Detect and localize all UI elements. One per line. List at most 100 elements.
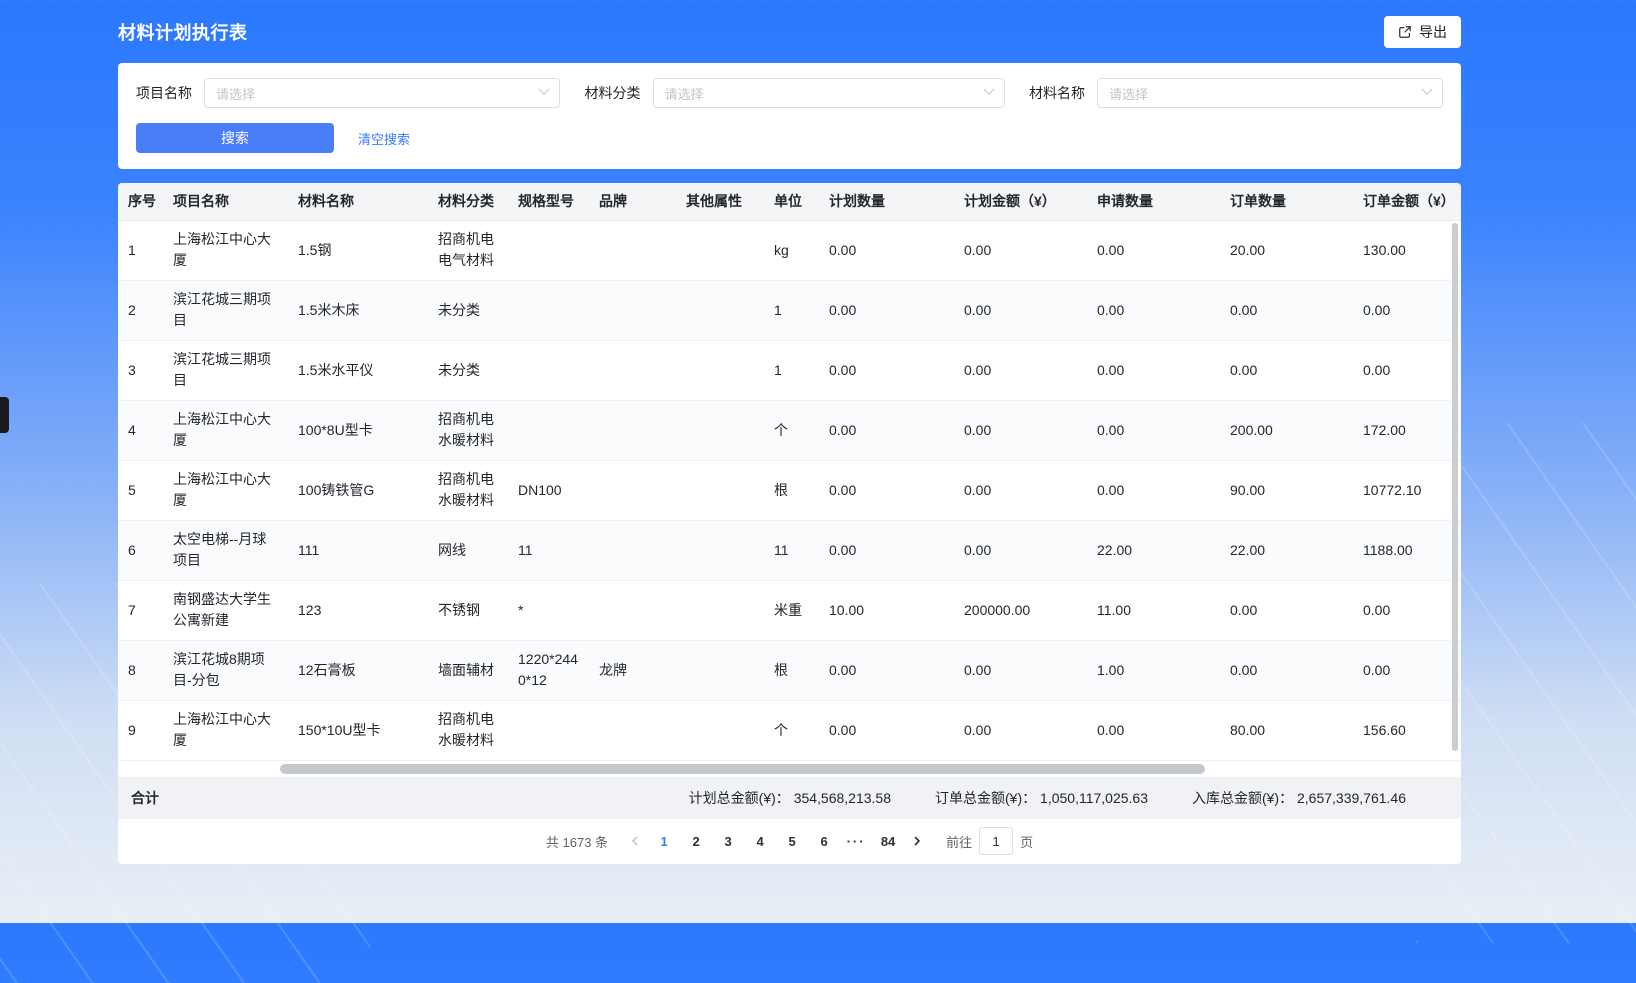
summary-bar: 合计 计划总金额(¥)： 354,568,213.58 订单总金额(¥)： 1,… — [118, 777, 1461, 819]
project-name-label: 项目名称 — [136, 83, 192, 103]
filter-panel: 项目名称 请选择 材料分类 请选择 材料名称 请选择 — [118, 63, 1461, 169]
table-cell: 12石膏板 — [288, 640, 428, 700]
table-cell: 90.00 — [1220, 460, 1353, 520]
search-button[interactable]: 搜索 — [136, 123, 334, 153]
table-cell: 滨江花城三期项目 — [163, 340, 288, 400]
vertical-scrollbar[interactable] — [1452, 223, 1458, 751]
column-header: 订单数量 — [1220, 183, 1353, 220]
drawer-collapse-handle[interactable] — [0, 397, 9, 433]
table-cell — [676, 340, 764, 400]
table-cell: 0.00 — [954, 640, 1087, 700]
material-category-placeholder: 请选择 — [665, 84, 704, 103]
table-cell: 上海松江中心大厦 — [163, 400, 288, 460]
column-header: 序号 — [118, 183, 163, 220]
planned-total-value: 354,568,213.58 — [794, 790, 891, 806]
horizontal-scrollbar[interactable] — [280, 764, 1205, 774]
table-cell: 11.00 — [1087, 580, 1220, 640]
table-row: 2滨江花城三期项目1.5米木床未分类10.000.000.000.000.00 — [118, 280, 1461, 340]
clear-search-link[interactable]: 清空搜索 — [358, 129, 410, 148]
table-cell: 个 — [764, 700, 819, 760]
page-number[interactable]: 6 — [808, 834, 840, 849]
table-header-row: 序号项目名称材料名称材料分类规格型号品牌其他属性单位计划数量计划金额（¥）申请数… — [118, 183, 1461, 220]
page-number[interactable]: 2 — [680, 834, 712, 849]
table-cell: 0.00 — [1087, 220, 1220, 280]
goto-label: 前往 — [946, 832, 972, 851]
table-cell — [589, 580, 676, 640]
table-cell: 网线 — [428, 520, 508, 580]
table-cell: 200000.00 — [954, 580, 1087, 640]
table-cell: 22.00 — [1087, 520, 1220, 580]
table-cell: 0.00 — [954, 340, 1087, 400]
table-cell: 111 — [288, 520, 428, 580]
pagination-total-count: 共 1673 条 — [546, 832, 608, 851]
table-cell: 0.00 — [819, 640, 954, 700]
material-name-field: 材料名称 请选择 — [1029, 78, 1443, 108]
table-cell: 1188.00 — [1353, 520, 1461, 580]
goto-page-group: 前往 页 — [946, 827, 1033, 855]
table-cell: 1.5钢 — [288, 220, 428, 280]
table-cell: 未分类 — [428, 280, 508, 340]
table-cell: 0.00 — [819, 220, 954, 280]
table-cell: 156.60 — [1353, 700, 1461, 760]
table-cell: 10.00 — [819, 580, 954, 640]
material-category-select[interactable]: 请选择 — [653, 78, 1005, 108]
order-total-label: 订单总金额(¥)： — [935, 790, 1036, 806]
horizontal-scrollbar-track — [118, 761, 1461, 777]
goto-page-input[interactable] — [979, 827, 1013, 855]
table-row: 9上海松江中心大厦150*10U型卡招商机电水暖材料个0.000.000.008… — [118, 700, 1461, 760]
chevron-down-icon — [983, 83, 994, 94]
material-category-field: 材料分类 请选择 — [585, 78, 1005, 108]
column-header: 其他属性 — [676, 183, 764, 220]
table-cell: 4 — [118, 400, 163, 460]
page-number[interactable]: 4 — [744, 834, 776, 849]
table-cell: 上海松江中心大厦 — [163, 220, 288, 280]
table-cell: 0.00 — [819, 700, 954, 760]
material-name-select[interactable]: 请选择 — [1097, 78, 1443, 108]
goto-page-suffix: 页 — [1020, 832, 1033, 851]
table-cell — [508, 280, 589, 340]
table-cell — [676, 520, 764, 580]
table-card: 序号项目名称材料名称材料分类规格型号品牌其他属性单位计划数量计划金额（¥）申请数… — [118, 183, 1461, 864]
table-cell: kg — [764, 220, 819, 280]
table-cell — [676, 400, 764, 460]
table-cell: 0.00 — [819, 400, 954, 460]
prev-page-button[interactable] — [622, 828, 648, 854]
table-cell: 200.00 — [1220, 400, 1353, 460]
table-cell: 1 — [118, 220, 163, 280]
page-number[interactable]: 84 — [872, 834, 904, 849]
table-cell: 11 — [508, 520, 589, 580]
page-number[interactable]: 3 — [712, 834, 744, 849]
table-cell: 0.00 — [819, 520, 954, 580]
table-cell: 未分类 — [428, 340, 508, 400]
filter-actions: 搜索 清空搜索 — [136, 123, 1443, 153]
table-cell: 1 — [764, 280, 819, 340]
chevron-down-icon — [538, 83, 549, 94]
table-cell: 0.00 — [1087, 400, 1220, 460]
column-header: 订单金额（¥） — [1353, 183, 1461, 220]
table-cell: 9 — [118, 700, 163, 760]
next-page-button[interactable] — [904, 828, 930, 854]
page-number[interactable]: 5 — [776, 834, 808, 849]
table-cell: 上海松江中心大厦 — [163, 700, 288, 760]
table-cell: 不锈钢 — [428, 580, 508, 640]
project-name-select[interactable]: 请选择 — [204, 78, 560, 108]
table-cell — [676, 220, 764, 280]
table-cell: 7 — [118, 580, 163, 640]
table-cell — [589, 460, 676, 520]
table-cell: 0.00 — [954, 280, 1087, 340]
table-cell: 招商机电水暖材料 — [428, 400, 508, 460]
table-row: 3滨江花城三期项目1.5米水平仪未分类10.000.000.000.000.00 — [118, 340, 1461, 400]
export-button[interactable]: 导出 — [1384, 16, 1461, 48]
table-cell: 招商机电电气材料 — [428, 220, 508, 280]
table-cell: 0.00 — [954, 520, 1087, 580]
material-plan-page: 材料计划执行表 导出 项目名称 请选择 材料分类 — [118, 0, 1461, 864]
table-cell: 上海松江中心大厦 — [163, 460, 288, 520]
table-row: 5上海松江中心大厦100铸铁管G招商机电水暖材料DN100根0.000.000.… — [118, 460, 1461, 520]
export-button-label: 导出 — [1419, 22, 1447, 42]
page-number[interactable]: 1 — [648, 834, 680, 849]
export-icon — [1398, 25, 1412, 39]
pages-ellipsis[interactable]: ··· — [840, 834, 872, 849]
table-cell: 0.00 — [1220, 340, 1353, 400]
table-cell: 米重 — [764, 580, 819, 640]
table-cell — [589, 520, 676, 580]
